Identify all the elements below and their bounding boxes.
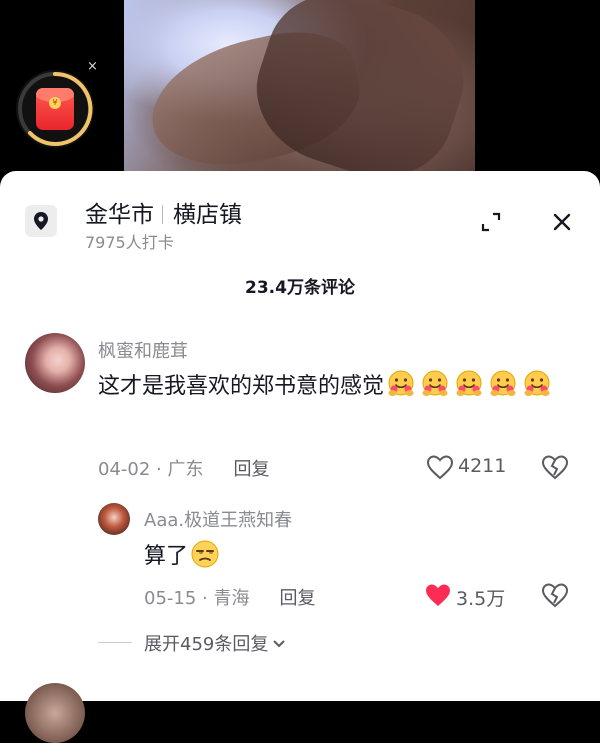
red-packet-icon: ¥ (36, 88, 74, 130)
comment-text: 这才是我喜欢的郑书意的感觉 (98, 367, 568, 406)
location-pin-icon (25, 205, 57, 237)
checkin-count: 7975人打卡 (85, 233, 174, 252)
comments-sheet: 金华市 横店镇 7975人打卡 23.4万条评论 枫蜜和鹿茸 这才是我喜欢的郑书意… (0, 171, 600, 743)
video-player[interactable]: ¥ × (0, 0, 600, 180)
heart-icon[interactable] (426, 454, 454, 480)
comment-body: 这才是我喜欢的郑书意的感觉 (98, 374, 385, 399)
avatar[interactable] (25, 683, 85, 743)
comment-username[interactable]: 枫蜜和鹿茸 (98, 337, 188, 363)
heart-filled-icon[interactable] (424, 582, 452, 608)
reply-button[interactable]: 回复 (279, 588, 315, 609)
comment-date: 04-02 (98, 459, 151, 480)
hugging-face-emoji (524, 370, 550, 396)
comment-count-title: 23.4万条评论 (245, 278, 355, 298)
hugging-face-emoji (456, 370, 482, 396)
divider (162, 205, 163, 224)
divider (98, 642, 132, 643)
like-count: 3.5万 (456, 588, 506, 610)
reply-body: 算了 (144, 544, 189, 569)
comment-meta: 04-02 · 广东 回复 (98, 459, 270, 480)
chevron-down-icon (273, 640, 286, 648)
reply-meta: 05-15 · 青海 回复 (144, 588, 316, 609)
broken-heart-icon[interactable] (541, 582, 569, 608)
unamused-face-emoji (191, 540, 219, 568)
avatar[interactable] (98, 503, 130, 535)
emoji-group (384, 370, 554, 399)
like-count: 4211 (458, 455, 507, 477)
location-town: 横店镇 (173, 202, 242, 228)
coin-icon: ¥ (49, 97, 61, 109)
comment-region: 广东 (167, 459, 204, 480)
location-city: 金华市 (85, 202, 154, 228)
hugging-face-emoji (388, 370, 414, 396)
reply-region: 青海 (213, 588, 250, 609)
reply-text: 算了 (144, 538, 222, 570)
avatar[interactable] (25, 333, 85, 393)
reply-button[interactable]: 回复 (233, 459, 269, 480)
red-packet-widget[interactable]: ¥ (16, 70, 94, 148)
close-icon[interactable] (551, 211, 573, 233)
expand-replies-button[interactable]: 展开459条回复 (144, 630, 286, 656)
location-title[interactable]: 金华市 横店镇 (85, 195, 242, 229)
reply-date: 05-15 (144, 588, 197, 609)
broken-heart-icon[interactable] (541, 454, 569, 480)
hugging-face-emoji (490, 370, 516, 396)
red-packet-close-icon[interactable]: × (87, 60, 98, 74)
hugging-face-emoji (422, 370, 448, 396)
expand-icon[interactable] (480, 211, 502, 233)
reply-username[interactable]: Aaa.极道王燕知春 (144, 506, 292, 532)
expand-replies-label: 展开459条回复 (144, 634, 269, 655)
